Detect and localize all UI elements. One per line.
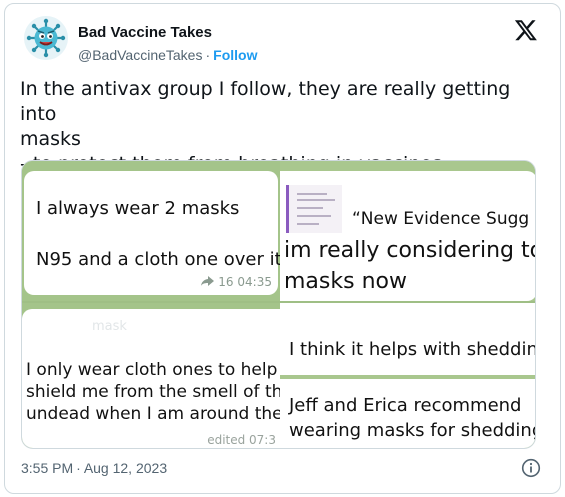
message-meta: 16 04:35	[201, 275, 272, 289]
author-name[interactable]: Bad Vaccine Takes	[78, 24, 212, 41]
avatar[interactable]	[24, 16, 68, 60]
virus-avatar-icon	[24, 16, 68, 60]
info-icon[interactable]	[521, 458, 541, 478]
link-preview-thumbnail	[286, 185, 342, 233]
timestamp-separator: ·	[76, 460, 81, 476]
chat-bubble: I always wear 2 masks N95 and a cloth on…	[24, 171, 280, 295]
handle-separator: ·	[205, 47, 211, 63]
message-text: I always wear 2 masks	[36, 198, 240, 219]
forward-count: 16	[218, 275, 234, 289]
message-text: N95 and a cloth one over it	[36, 249, 280, 270]
chat-bubble: “New Evidence Sugg im really considering…	[280, 171, 536, 301]
tweet-media[interactable]: I always wear 2 masks N95 and a cloth on…	[21, 160, 536, 449]
chat-bubble: I think it helps with shedding Jeff and …	[280, 303, 536, 448]
link-preview-title: “New Evidence Sugg	[352, 209, 530, 229]
faded-text: mask	[92, 319, 127, 334]
message-text: masks now	[284, 269, 407, 294]
message-meta: edited 07:3	[207, 433, 276, 447]
media-panel-4[interactable]: I think it helps with shedding Jeff and …	[280, 303, 536, 448]
author-handle[interactable]: @BadVaccineTakes	[78, 47, 202, 63]
message-text: I only wear cloth ones to help shield me…	[26, 360, 280, 424]
media-panel-1[interactable]: I always wear 2 masks N95 and a cloth on…	[22, 161, 280, 301]
follow-button[interactable]: Follow	[213, 47, 257, 63]
message-text: im really considering to	[284, 238, 536, 263]
tweet-timestamp[interactable]: 3:55 PM · Aug 12, 2023	[21, 460, 167, 476]
message-text: I think it helps with shedding	[289, 339, 536, 360]
chat-bubble: mask I only wear cloth ones to help shie…	[22, 309, 280, 448]
message-text: Jeff and Erica recommend wearing masks f…	[289, 395, 536, 441]
message-time: 04:35	[237, 275, 272, 289]
media-panel-2[interactable]: “New Evidence Sugg im really considering…	[280, 161, 536, 301]
tweet-date: Aug 12, 2023	[83, 460, 168, 476]
media-panel-3[interactable]: mask I only wear cloth ones to help shie…	[22, 303, 280, 448]
x-logo-icon[interactable]	[514, 18, 538, 42]
tweet-time: 3:55 PM	[21, 460, 74, 476]
author-handle-line: @BadVaccineTakes · Follow	[78, 47, 257, 63]
forward-icon	[201, 276, 215, 286]
bubble-divider	[280, 375, 535, 379]
